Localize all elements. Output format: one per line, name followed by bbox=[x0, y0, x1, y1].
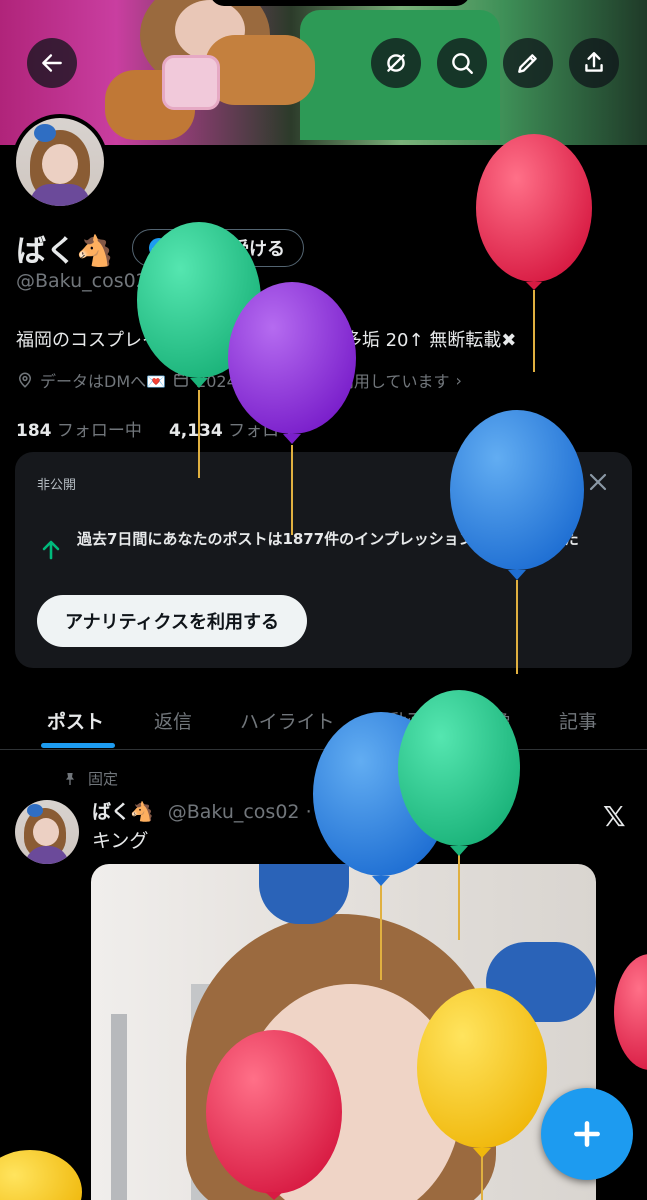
close-icon bbox=[589, 473, 607, 491]
pin-icon bbox=[66, 772, 74, 785]
followers-link[interactable]: 4,134 フォロワー bbox=[169, 421, 313, 441]
follow-stats: 184 フォロー中 4,134 フォロワー bbox=[16, 416, 313, 441]
balloon-red-edge bbox=[614, 954, 647, 1070]
grok-button[interactable] bbox=[371, 38, 421, 88]
post-author-name[interactable]: ばく🐴 bbox=[92, 801, 154, 823]
trend-up-icon bbox=[39, 538, 63, 562]
balloon-yellow-edge bbox=[0, 1150, 82, 1200]
edit-button[interactable] bbox=[503, 38, 553, 88]
pinned-indicator: 固定 bbox=[62, 768, 118, 789]
location-icon bbox=[18, 372, 32, 388]
compose-post-button[interactable] bbox=[541, 1088, 633, 1180]
impressions-message: 過去7日間にあなたのポストは1877件のインプレッションを獲得しました bbox=[77, 530, 579, 548]
banner-glove-right bbox=[205, 35, 315, 105]
share-button[interactable] bbox=[569, 38, 619, 88]
profile-joined: 2024年5月からXを利用しています bbox=[196, 372, 450, 391]
profile-name: ばく🐴 bbox=[16, 234, 114, 269]
device-notch bbox=[210, 0, 470, 6]
verified-badge-icon bbox=[149, 238, 169, 258]
profile-location: データはDMへ💌 bbox=[40, 372, 167, 391]
use-analytics-button[interactable]: アナリティクスを利用する bbox=[37, 595, 308, 647]
tab-replies[interactable]: 返信 bbox=[154, 690, 192, 750]
tab-posts[interactable]: ポスト bbox=[47, 690, 104, 750]
tab-highlights[interactable]: ハイライト bbox=[240, 690, 335, 750]
post-header: ばく🐴 @Baku_cos02 · 2026/04/2 bbox=[92, 797, 415, 824]
profile-meta: データはDMへ💌 2024年5月からXを利用しています › bbox=[16, 368, 462, 392]
active-tab-indicator bbox=[41, 743, 115, 748]
search-button[interactable] bbox=[437, 38, 487, 88]
analytics-card: 非公開 過去7日間にあなたのポストは1877件のインプレッションを獲得しました … bbox=[15, 452, 632, 668]
profile-bio: 福岡のコスプレイヤー 🦄娘メインの雑多垢 20↑ 無断転載✖ bbox=[16, 330, 517, 351]
get-verified-button[interactable]: 認証を受ける bbox=[132, 229, 304, 267]
share-icon bbox=[585, 52, 603, 72]
post-separator: · bbox=[305, 801, 312, 823]
pencil-icon bbox=[518, 54, 537, 73]
profile-tabs: ポスト 返信 ハイライト 動画 画像 記事 bbox=[0, 690, 647, 750]
pinned-label: 固定 bbox=[88, 770, 119, 788]
x-logo-icon[interactable]: 𝕏 bbox=[603, 800, 626, 833]
chevron-right-icon[interactable]: › bbox=[455, 371, 461, 390]
tab-images[interactable]: 画像 bbox=[473, 690, 511, 750]
following-link[interactable]: 184 フォロー中 bbox=[16, 421, 142, 441]
post-author-handle[interactable]: @Baku_cos02 bbox=[168, 801, 300, 823]
post-image[interactable] bbox=[91, 864, 596, 1200]
profile-avatar[interactable] bbox=[12, 114, 108, 210]
grok-icon bbox=[387, 54, 405, 72]
close-button[interactable] bbox=[586, 470, 610, 494]
calendar-icon bbox=[174, 373, 188, 387]
search-icon bbox=[452, 53, 473, 74]
arrow-left-icon bbox=[42, 54, 62, 72]
banner-phone bbox=[162, 55, 220, 110]
post-author-avatar[interactable] bbox=[15, 800, 79, 864]
get-verified-label: 認証を受ける bbox=[177, 239, 285, 260]
tab-videos[interactable]: 動画 bbox=[388, 690, 426, 750]
back-button[interactable] bbox=[27, 38, 77, 88]
post-text: キング bbox=[92, 830, 149, 852]
plus-icon bbox=[574, 1121, 600, 1147]
profile-handle: @Baku_cos02 bbox=[16, 270, 148, 292]
post-date: 2026/04/2 bbox=[317, 801, 416, 823]
private-label: 非公開 bbox=[37, 478, 77, 493]
tab-articles[interactable]: 記事 bbox=[559, 690, 597, 750]
